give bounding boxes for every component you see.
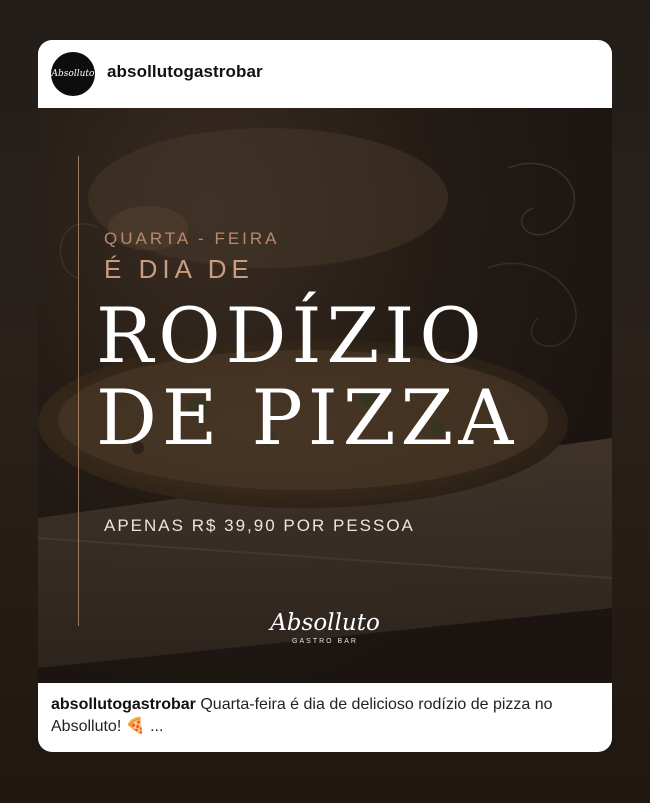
post-image[interactable]: QUARTA - FEIRA É DIA DE RODÍZIO DE PIZZA… bbox=[38, 108, 612, 683]
brand-logo-subtitle: GASTRO BAR bbox=[292, 638, 358, 645]
caption-username[interactable]: absollutogastrobar bbox=[51, 696, 196, 713]
decorative-vertical-line bbox=[78, 156, 79, 626]
brand-logo: Absolluto bbox=[270, 610, 380, 636]
title-line-1: RODÍZIO bbox=[96, 291, 487, 380]
avatar[interactable]: Absolluto bbox=[51, 52, 95, 96]
instagram-post-card: Absolluto absollutogastrobar QUARTA - FE… bbox=[38, 40, 612, 752]
post-caption: absollutogastrobar Quarta-feira é dia de… bbox=[51, 694, 601, 738]
pretitle-day: QUARTA - FEIRA bbox=[104, 229, 280, 248]
pretitle-subline: É DIA DE bbox=[104, 254, 254, 284]
avatar-logo-text: Absolluto bbox=[51, 69, 95, 79]
title-line-2: DE PIZZA bbox=[96, 373, 519, 462]
price-text: APENAS R$ 39,90 POR PESSOA bbox=[104, 516, 415, 535]
username[interactable]: absollutogastrobar bbox=[107, 62, 263, 82]
post-header: Absolluto absollutogastrobar bbox=[38, 40, 612, 108]
